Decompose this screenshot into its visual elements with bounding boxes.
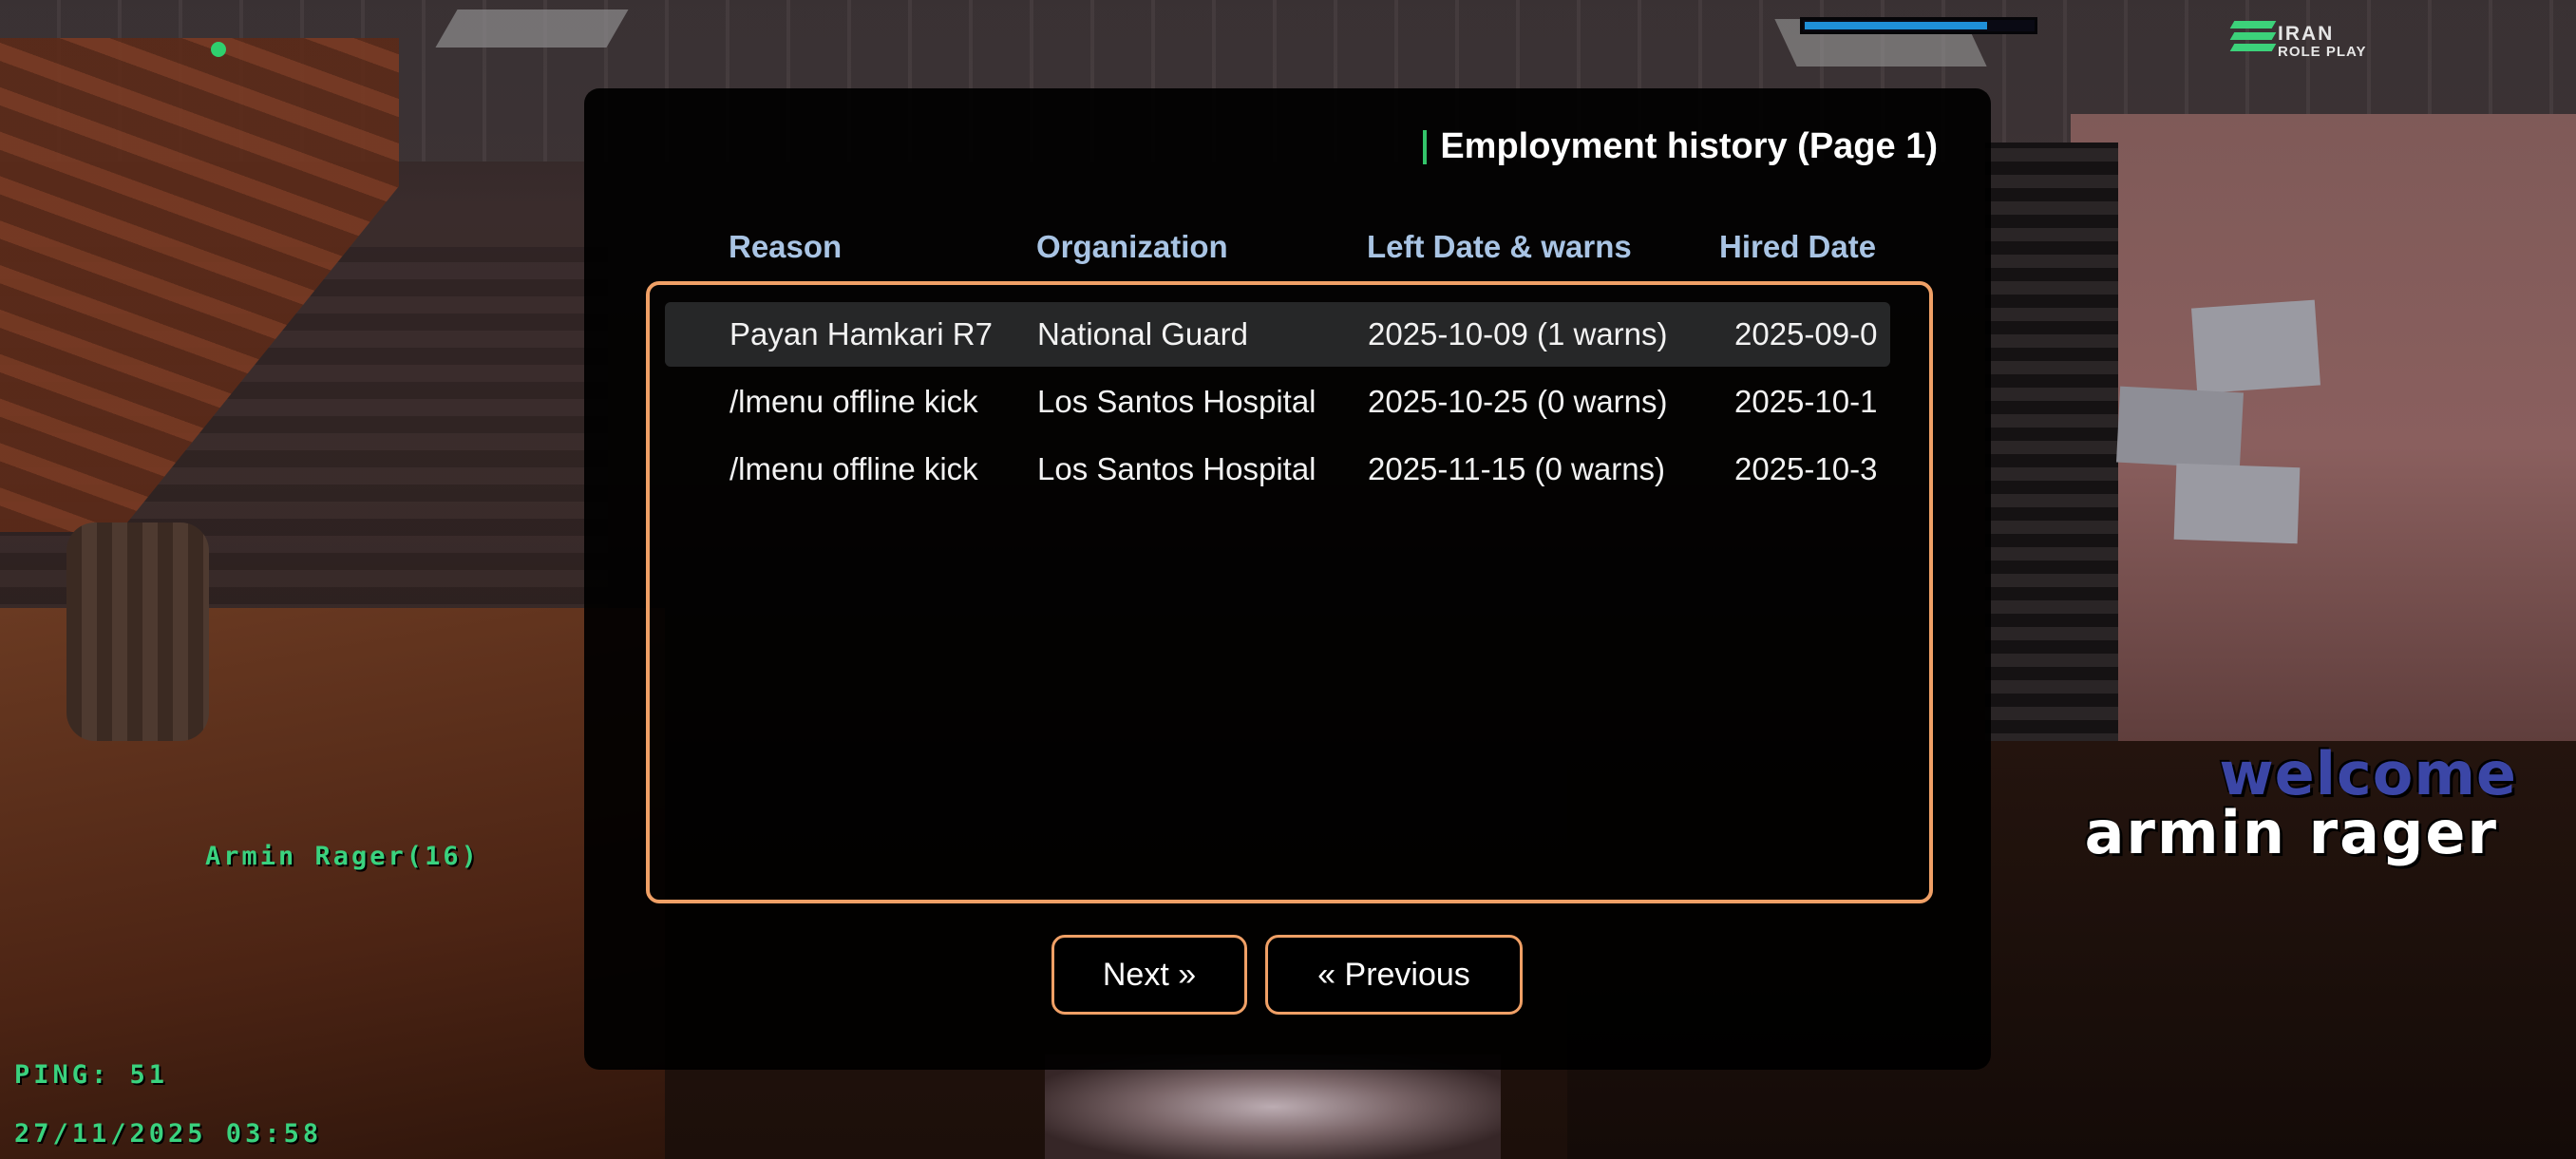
- column-header-reason: Reason: [729, 229, 843, 264]
- status-dot-icon: [211, 42, 226, 57]
- logo-stripes-icon: [2229, 21, 2277, 59]
- table-row[interactable]: /lmenu offline kick Los Santos Hospital …: [665, 370, 1890, 434]
- dialog-title: Employment history (Page 1): [1423, 126, 1938, 167]
- barrel: [66, 522, 209, 741]
- title-accent-bar: [1423, 129, 1428, 164]
- previous-page-button[interactable]: « Previous: [1265, 935, 1523, 1015]
- brand-name: IRAN: [2278, 23, 2335, 45]
- history-list[interactable]: Payan Hamkari R7 National Guard 2025-10-…: [646, 281, 1933, 903]
- ping-readout: PING: 51: [14, 1060, 169, 1090]
- table-row[interactable]: Payan Hamkari R7 National Guard 2025-10-…: [665, 302, 1890, 367]
- cell-left-date: 2025-10-09 (1 warns): [1368, 316, 1668, 352]
- player-nametag: Armin Rager(16): [205, 842, 480, 871]
- brand-logo: IRAN ROLE PLAY: [2229, 15, 2384, 65]
- ceiling-light: [435, 10, 629, 48]
- column-header-organization: Organization: [1036, 229, 1228, 264]
- cell-organization: Los Santos Hospital: [1037, 451, 1316, 486]
- column-header-hired-date: Hired Date: [1719, 229, 1877, 264]
- cell-reason: /lmenu offline kick: [729, 384, 978, 419]
- cell-left-date: 2025-11-15 (0 warns): [1368, 451, 1666, 486]
- doorway: [1985, 142, 2118, 760]
- welcome-player-name: armin rager: [2084, 798, 2498, 867]
- cell-hired-date: 2025-10-1: [1734, 384, 1878, 419]
- marble-tile: [2173, 463, 2301, 544]
- health-bar-fill: [1805, 22, 1987, 29]
- cell-left-date: 2025-10-25 (0 warns): [1368, 384, 1668, 419]
- cell-hired-date: 2025-09-0: [1734, 316, 1878, 352]
- player-character: [1045, 1054, 1501, 1159]
- brand-subtitle: ROLE PLAY: [2278, 44, 2367, 60]
- cell-reason: /lmenu offline kick: [729, 451, 978, 486]
- column-header-left-date: Left Date & warns: [1367, 229, 1632, 264]
- marble-tile: [2115, 386, 2245, 469]
- employment-history-dialog: Employment history (Page 1) Reason Organ…: [584, 88, 1991, 1070]
- game-scene: IRAN ROLE PLAY Armin Rager(16) PING: 51 …: [0, 0, 2576, 1159]
- marble-tile: [2191, 299, 2320, 394]
- table-row[interactable]: /lmenu offline kick Los Santos Hospital …: [665, 437, 1890, 502]
- cell-organization: National Guard: [1037, 316, 1248, 352]
- cell-organization: Los Santos Hospital: [1037, 384, 1316, 419]
- next-page-button[interactable]: Next »: [1051, 935, 1247, 1015]
- cell-hired-date: 2025-10-3: [1734, 451, 1878, 486]
- health-bar: [1800, 17, 2037, 34]
- dialog-title-text: Employment history (Page 1): [1440, 126, 1938, 166]
- datetime-readout: 27/11/2025 03:58: [14, 1119, 323, 1149]
- cell-reason: Payan Hamkari R7: [729, 316, 993, 352]
